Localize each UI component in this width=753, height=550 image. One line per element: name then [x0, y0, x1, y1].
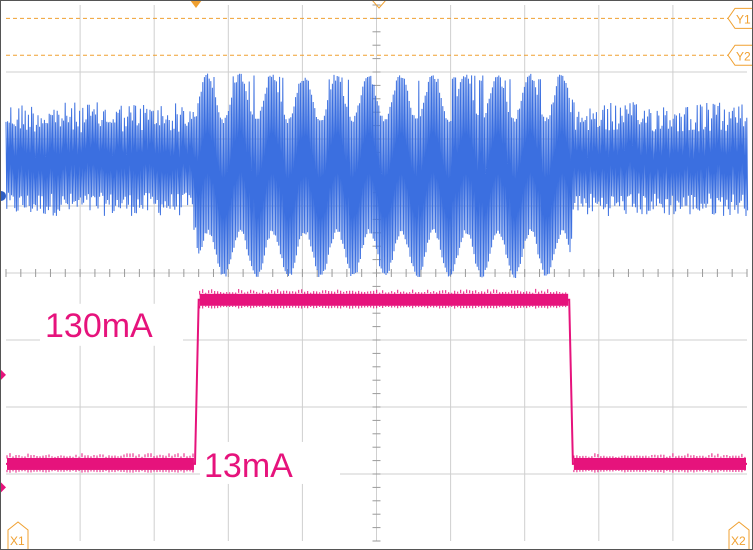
annotation-130ma: 130mA	[45, 307, 153, 345]
channel-2-level-band	[7, 457, 194, 470]
cursor-y2-label: Y2	[736, 49, 751, 63]
channel-2-level-band	[199, 293, 569, 306]
cursor-x1-label: X1	[10, 534, 25, 548]
annotation-13ma: 13mA	[204, 447, 293, 485]
cursor-x2-label: X2	[731, 534, 746, 548]
oscilloscope-display: 130mA 13mA Y1 Y2 X1 X2	[0, 0, 753, 550]
cursor-y1-label: Y1	[736, 12, 751, 26]
channel-2-level-band	[573, 457, 746, 470]
